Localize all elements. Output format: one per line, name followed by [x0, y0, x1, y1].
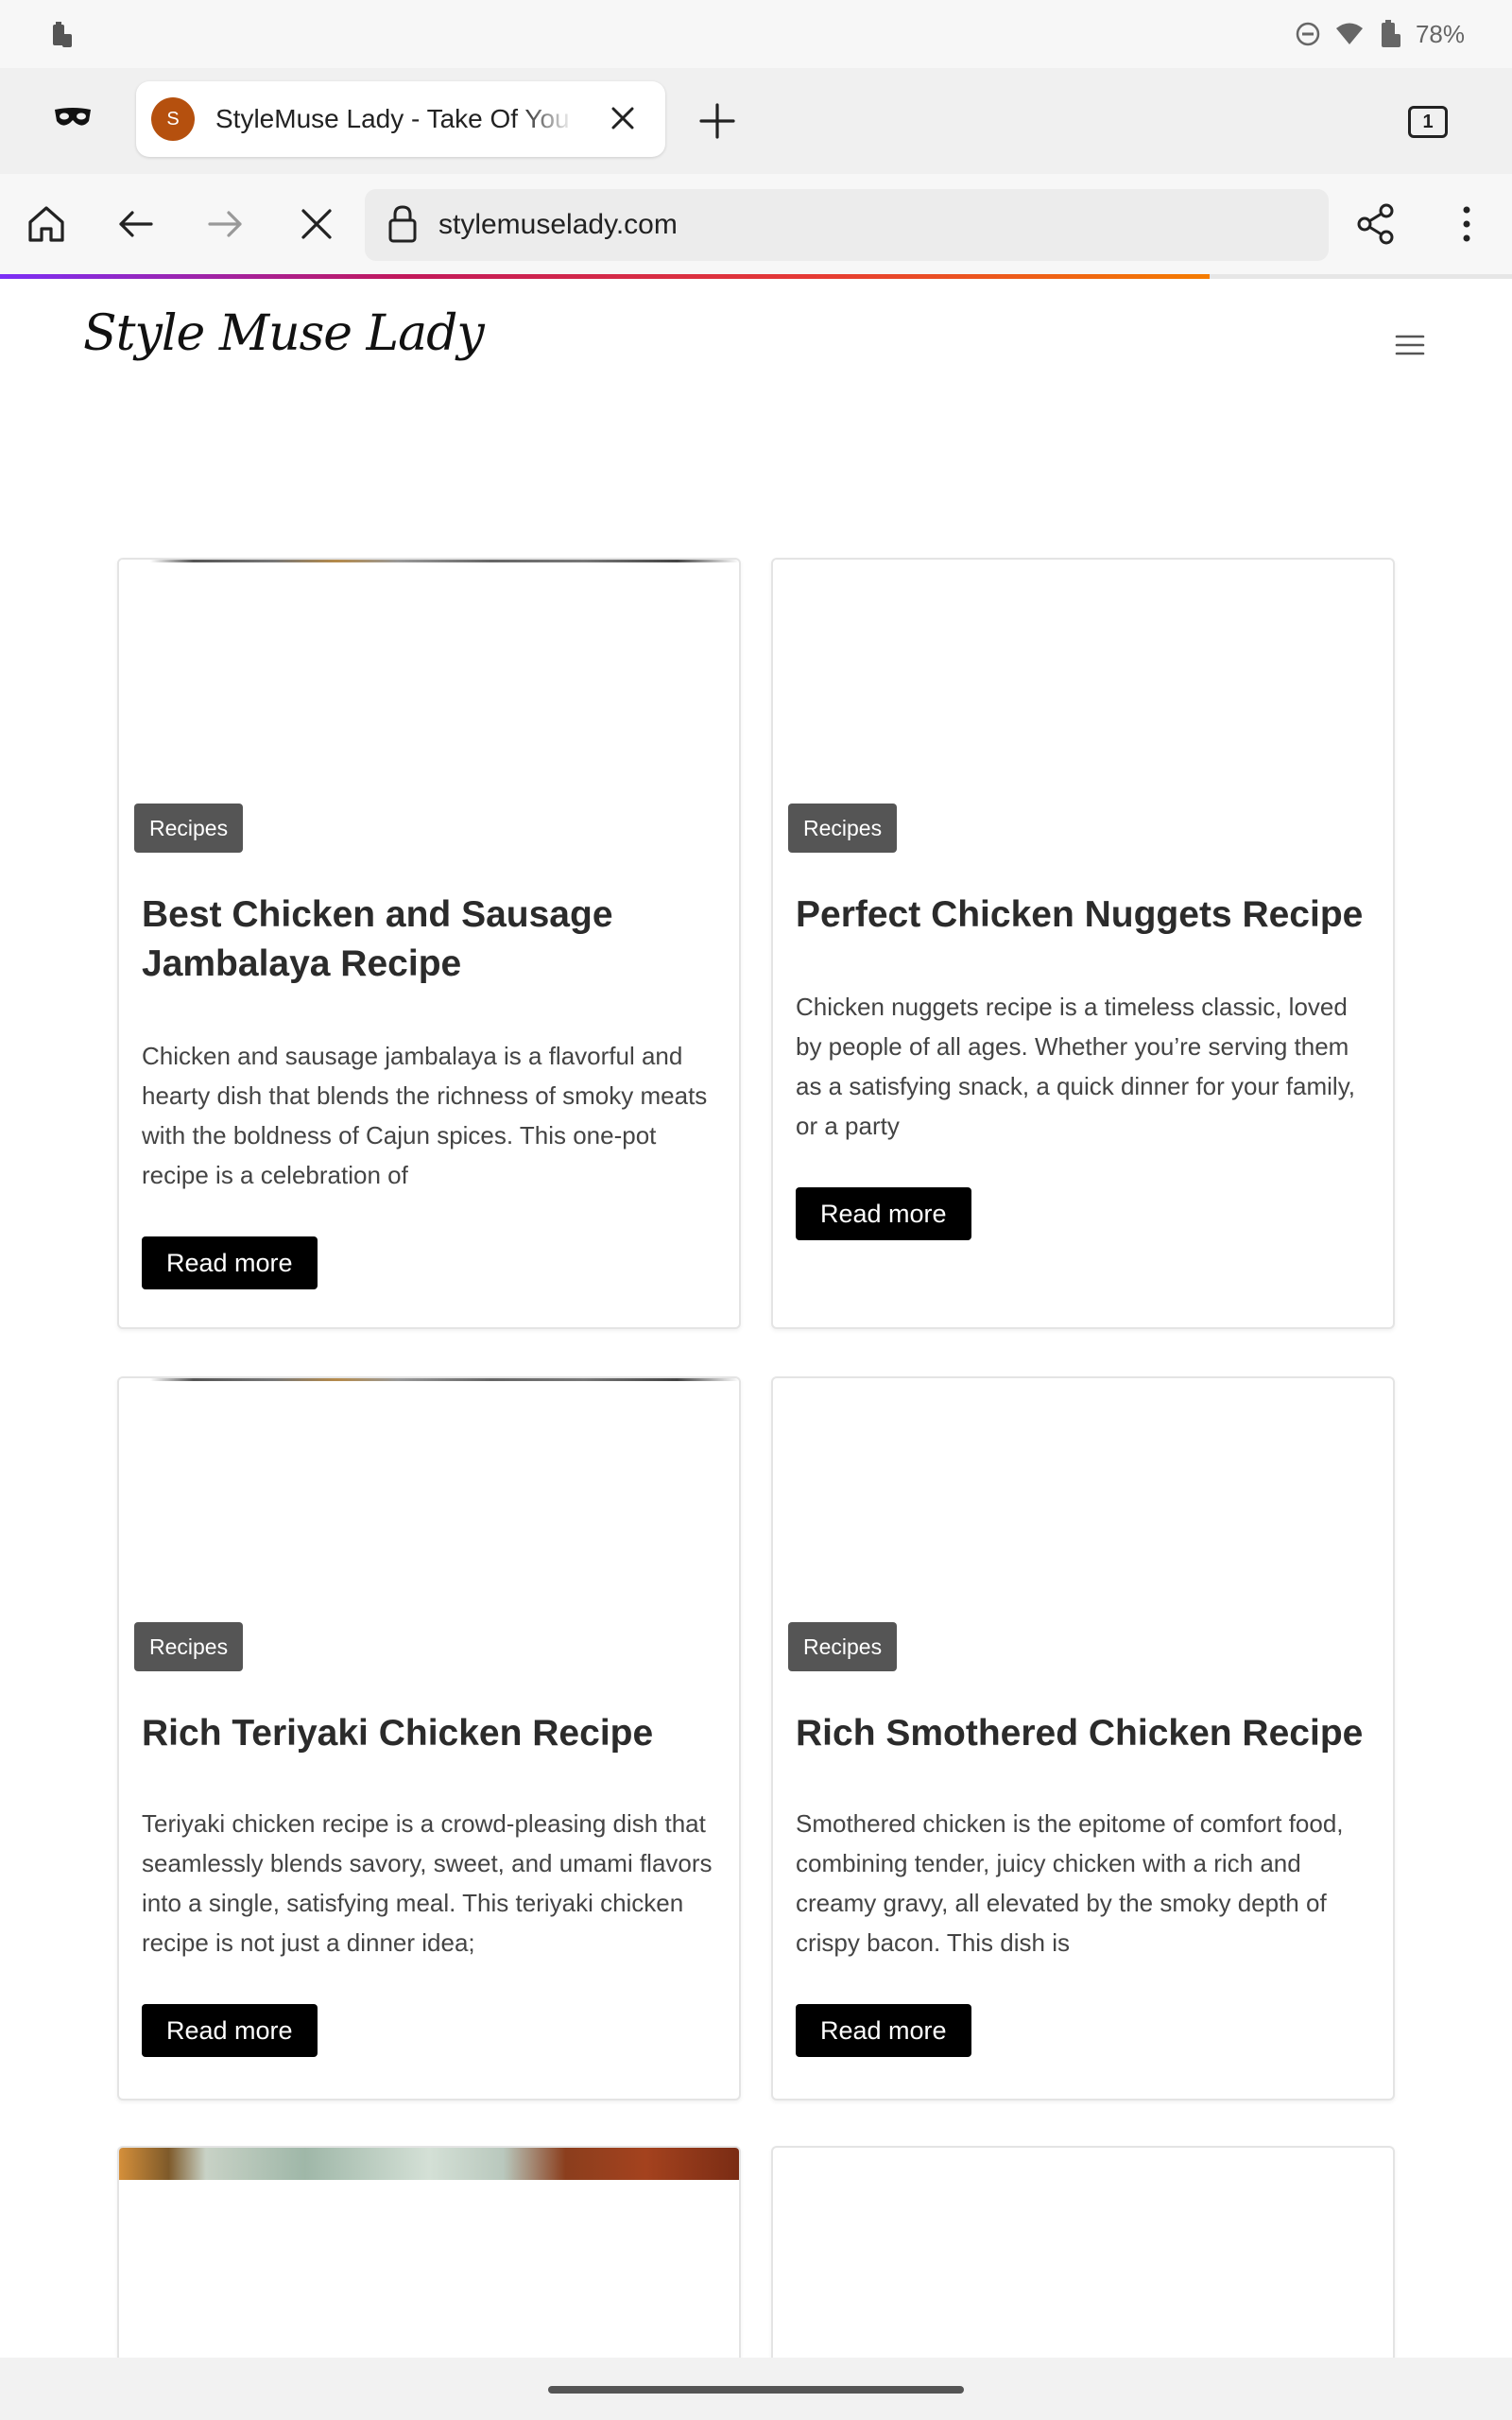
- close-tab-icon[interactable]: [607, 102, 639, 139]
- category-badge[interactable]: Recipes: [134, 1622, 244, 1671]
- system-navigation-bar: [0, 2358, 1512, 2420]
- battery-icon: [1378, 19, 1402, 49]
- do-not-disturb-icon: [1295, 21, 1321, 47]
- battery-saver-icon: [47, 21, 74, 49]
- card-excerpt: Teriyaki chicken recipe is a crowd-pleas…: [142, 1809, 713, 1957]
- card-title[interactable]: Perfect Chicken Nuggets Recipe: [796, 890, 1370, 940]
- site-header: Style Muse Lady: [0, 279, 1512, 411]
- post-card: Recipes Rich Smothered Chicken Recipe Sm…: [771, 1376, 1395, 2100]
- tab-title: StyleMuse Lady - Take Of You: [215, 104, 570, 133]
- site-favicon: S: [151, 97, 195, 141]
- home-gesture-handle[interactable]: [548, 2386, 964, 2394]
- read-more-button[interactable]: Read more: [142, 2004, 318, 2057]
- overflow-menu-icon[interactable]: [1453, 202, 1480, 251]
- card-excerpt: Chicken nuggets recipe is a timeless cla…: [796, 993, 1355, 1140]
- hamburger-menu-icon[interactable]: [1394, 331, 1426, 364]
- read-more-button[interactable]: Read more: [796, 1187, 971, 1240]
- private-mask-icon[interactable]: [53, 106, 93, 133]
- category-badge[interactable]: Recipes: [788, 804, 898, 853]
- browser-toolbar: stylemuselady.com: [0, 174, 1512, 274]
- back-arrow-icon[interactable]: [113, 202, 157, 251]
- category-badge[interactable]: Recipes: [788, 1622, 898, 1671]
- post-card: Recipes Perfect Chicken Nuggets Recipe C…: [771, 558, 1395, 1329]
- url-text[interactable]: stylemuselady.com: [438, 209, 678, 241]
- post-card: Recipes Rich Teriyaki Chicken Recipe Ter…: [117, 1376, 741, 2100]
- post-card: Recipes Best Chicken and Sausage Jambala…: [117, 558, 741, 1329]
- card-title[interactable]: Best Chicken and Sausage Jambalaya Recip…: [142, 890, 716, 989]
- lock-icon[interactable]: [386, 203, 420, 248]
- url-bar[interactable]: stylemuselady.com: [365, 189, 1329, 261]
- post-card: [771, 2146, 1395, 2392]
- post-card: [117, 2146, 741, 2392]
- new-tab-plus-icon[interactable]: [697, 101, 737, 146]
- card-food-image[interactable]: [119, 2148, 739, 2180]
- read-more-button[interactable]: Read more: [796, 2004, 971, 2057]
- tab-counter-button[interactable]: 1: [1408, 106, 1448, 138]
- home-icon[interactable]: [25, 202, 68, 251]
- read-more-button[interactable]: Read more: [142, 1236, 318, 1289]
- active-tab[interactable]: S StyleMuse Lady - Take Of You: [136, 81, 665, 157]
- site-logo[interactable]: Style Muse Lady: [83, 305, 485, 362]
- tab-strip: S StyleMuse Lady - Take Of You 1: [0, 68, 1512, 174]
- forward-arrow-icon[interactable]: [204, 202, 248, 251]
- card-image-edge: [119, 560, 739, 562]
- category-badge[interactable]: Recipes: [134, 804, 244, 853]
- card-title[interactable]: Rich Teriyaki Chicken Recipe: [142, 1709, 716, 1758]
- card-image-edge: [119, 1378, 739, 1381]
- status-bar: 78%: [0, 0, 1512, 68]
- wifi-icon: [1334, 22, 1365, 46]
- card-excerpt: Smothered chicken is the epitome of comf…: [796, 1809, 1344, 1957]
- battery-percent: 78%: [1415, 19, 1465, 48]
- share-icon[interactable]: [1355, 202, 1397, 251]
- stop-loading-icon[interactable]: [295, 202, 338, 251]
- card-title[interactable]: Rich Smothered Chicken Recipe: [796, 1709, 1370, 1758]
- card-excerpt: Chicken and sausage jambalaya is a flavo…: [142, 1042, 708, 1189]
